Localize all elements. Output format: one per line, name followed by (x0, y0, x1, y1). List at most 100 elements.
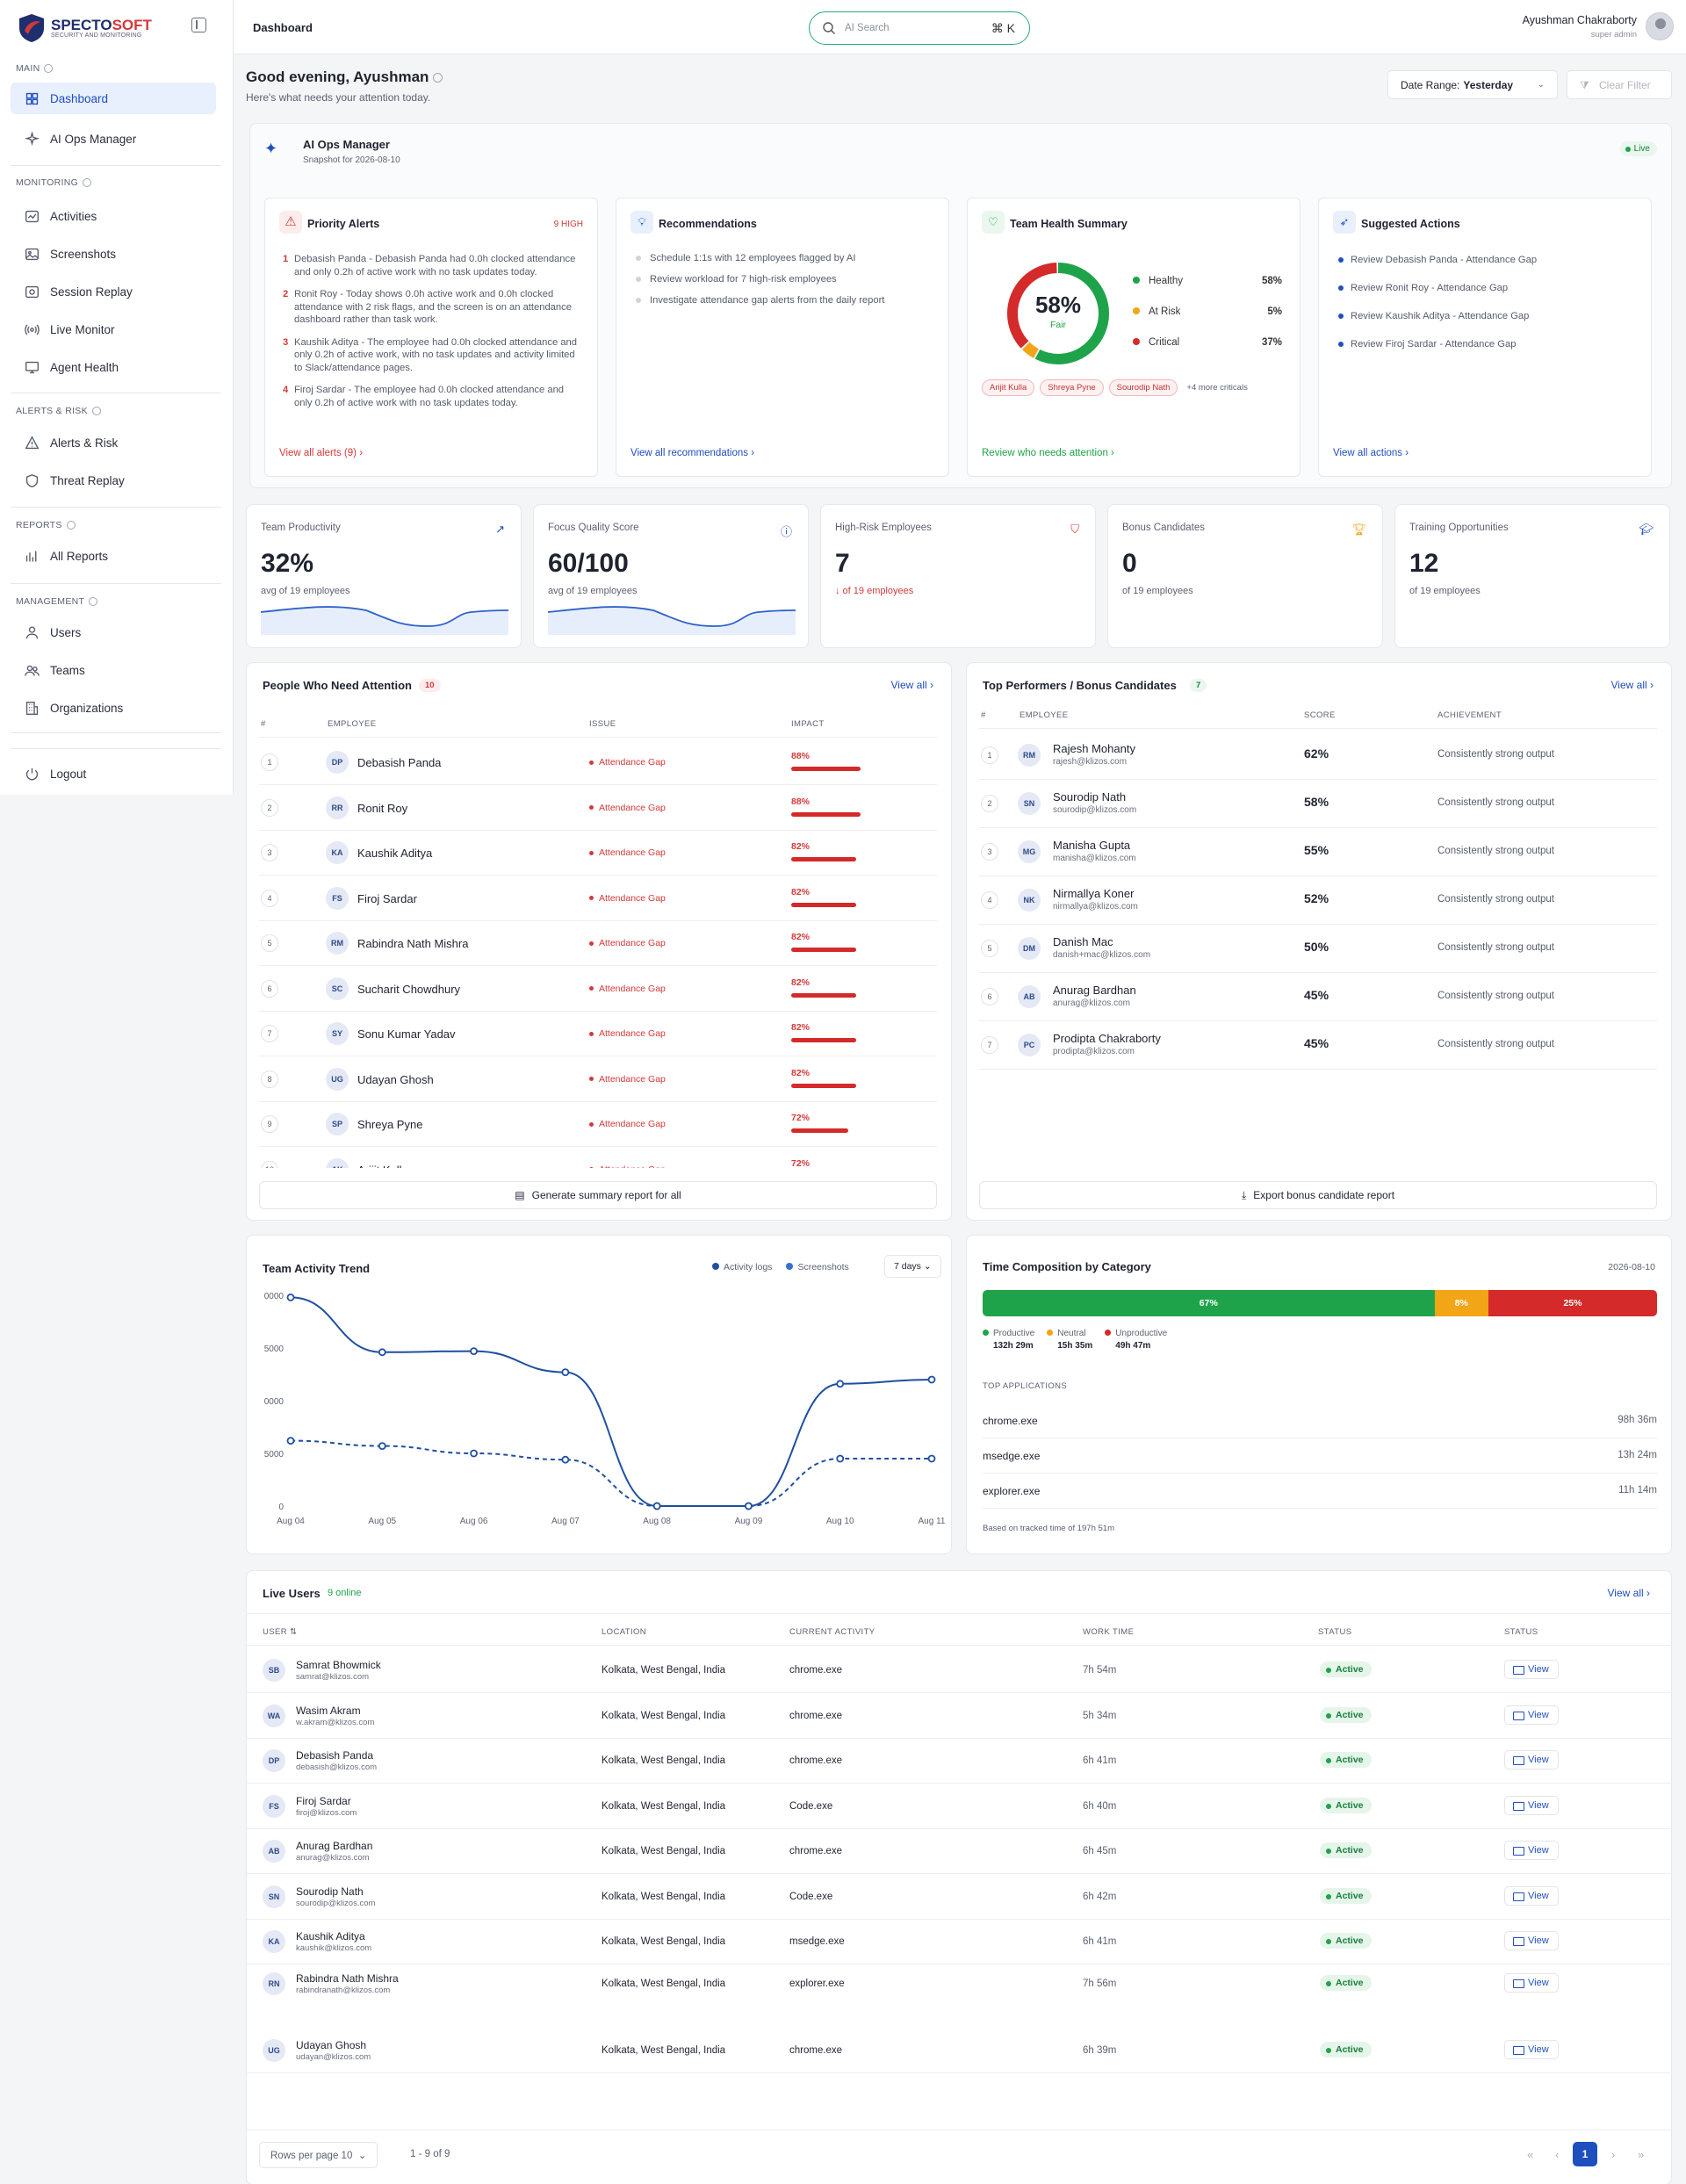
priority-alert-item[interactable]: 4 Firoj Sardar - The employee had 0.0h cl… (283, 384, 581, 409)
view-button[interactable]: View (1504, 1885, 1559, 1906)
suggested-action-item[interactable]: Review Firoj Sardar - Attendance Gap (1338, 339, 1537, 350)
view-button[interactable]: View (1504, 1750, 1559, 1770)
table-row[interactable]: WA Wasim Akram w.akram@klizos.com Kolkata, … (247, 1694, 1673, 1739)
table-row[interactable]: 3 KA Kaushik Aditya Attendance Gap 82% (247, 831, 953, 876)
app-row[interactable]: chrome.exe 98h 36m (983, 1408, 1657, 1439)
table-row[interactable]: 6 SC Sucharit Chowdhury Attendance Gap 82% (247, 967, 953, 1012)
data-point[interactable] (286, 1437, 295, 1445)
sidebar-item-all-reports[interactable]: All Reports (11, 540, 216, 572)
table-row[interactable]: DP Debasish Panda debasish@klizos.com Kolka… (247, 1739, 1673, 1784)
table-row[interactable]: UG Udayan Ghosh udayan@klizos.com Kolkata, … (247, 2029, 1673, 2073)
table-row[interactable]: 2 RR Ronit Roy Attendance Gap 88% (247, 786, 953, 831)
collapse-sidebar-icon[interactable] (191, 18, 206, 32)
table-row[interactable]: SB Samrat Bhowmick samrat@klizos.com Kolkat… (247, 1648, 1673, 1693)
app-row[interactable]: explorer.exe 11h 14m (983, 1478, 1657, 1510)
suggested-action-item[interactable]: Review Debasish Panda - Attendance Gap (1338, 255, 1537, 265)
composition-segment[interactable]: 8% (1434, 1290, 1488, 1316)
date-range-select[interactable]: Date Range: Yesterday ⌄ (1387, 70, 1558, 99)
view-all-alerts-link[interactable]: View all alerts (9) › (279, 448, 363, 458)
recommendation-item[interactable]: Investigate attendance gap alerts from t… (636, 295, 884, 306)
app-row[interactable]: msedge.exe 13h 24m (983, 1443, 1657, 1474)
first-page-icon[interactable]: « (1527, 2148, 1533, 2161)
live-users-view-all-link[interactable]: View all › (1608, 1587, 1650, 1599)
column-header[interactable]: USER ⇅ (263, 1627, 297, 1637)
suggested-action-item[interactable]: Review Kaushik Aditya - Attendance Gap (1338, 311, 1537, 321)
view-button[interactable]: View (1504, 1931, 1559, 1950)
view-all-recommendations-link[interactable]: View all recommendations › (630, 448, 754, 458)
critical-chip[interactable]: Arijit Kulla (982, 379, 1035, 396)
prev-page-icon[interactable]: ‹ (1555, 2148, 1559, 2161)
data-point[interactable] (561, 1368, 570, 1377)
sidebar-item-ai-ops-manager[interactable]: AI Ops Manager (11, 123, 216, 155)
view-button[interactable]: View (1504, 1841, 1559, 1860)
sidebar-item-live-monitor[interactable]: Live Monitor (11, 314, 216, 345)
table-row[interactable]: 2 SN Sourodip Nath sourodip@klizos.com 58% Co… (967, 780, 1673, 828)
sidebar-item-screenshots[interactable]: Screenshots (11, 238, 216, 270)
sidebar-item-dashboard[interactable]: Dashboard (11, 83, 216, 114)
table-row[interactable]: FS Firoj Sardar firoj@klizos.com Kolkata, W… (247, 1784, 1673, 1829)
table-row[interactable]: 4 FS Firoj Sardar Attendance Gap 82% (247, 876, 953, 921)
data-point[interactable] (470, 1449, 478, 1458)
data-point[interactable] (652, 1502, 661, 1510)
composition-segment[interactable]: 67% (983, 1290, 1435, 1316)
table-row[interactable]: 1 RM Rajesh Mohanty rajesh@klizos.com 62% Con… (967, 732, 1673, 780)
view-button[interactable]: View (1504, 1660, 1559, 1679)
user-menu[interactable]: Ayushman Chakraborty super admin (1523, 12, 1674, 40)
sidebar-item-alerts-risk[interactable]: Alerts & Risk (11, 427, 216, 458)
critical-chip[interactable]: Sourodip Nath (1108, 379, 1178, 396)
data-point[interactable] (378, 1442, 386, 1451)
priority-alert-item[interactable]: 2 Ronit Roy - Today shows 0.0h active wor… (283, 288, 581, 327)
view-all-actions-link[interactable]: View all actions › (1333, 448, 1409, 458)
table-row[interactable]: 8 UG Udayan Ghosh Attendance Gap 82% (247, 1057, 953, 1102)
data-point[interactable] (470, 1347, 478, 1356)
table-row[interactable]: SN Sourodip Nath sourodip@klizos.com Kolkat… (247, 1875, 1673, 1920)
sidebar-item-organizations[interactable]: Organizations (11, 692, 216, 724)
suggested-action-item[interactable]: Review Ronit Roy - Attendance Gap (1338, 283, 1537, 293)
sidebar-item-activities[interactable]: Activities (11, 200, 216, 232)
table-row[interactable]: 7 SY Sonu Kumar Yadav Attendance Gap 82% (247, 1012, 953, 1056)
table-row[interactable]: 3 MG Manisha Gupta manisha@klizos.com 55% Con… (967, 828, 1673, 876)
logo[interactable]: SPECTOSOFT SECURITY AND MONITORING (18, 11, 152, 46)
data-point[interactable] (745, 1502, 753, 1510)
data-point[interactable] (378, 1348, 386, 1357)
review-attention-link[interactable]: Review who needs attention › (982, 448, 1114, 458)
table-row[interactable]: 5 DM Danish Mac danish+mac@klizos.com 50% Con… (967, 925, 1673, 973)
sidebar-item-users[interactable]: Users (11, 616, 216, 648)
table-row[interactable]: 5 RM Rabindra Nath Mishra Attendance Gap 82% (247, 921, 953, 966)
table-row[interactable]: 1 DP Debasish Panda Attendance Gap 88% (247, 740, 953, 785)
table-row[interactable]: 7 PC Prodipta Chakraborty prodipta@klizos.c… (967, 1021, 1673, 1070)
sidebar-item-session-replay[interactable]: Session Replay (11, 276, 216, 307)
search-input[interactable]: AI Search ⌘ K (809, 11, 1030, 45)
data-point[interactable] (836, 1380, 845, 1388)
table-row[interactable]: RN Rabindra Nath Mishra rabindranath@klizo… (247, 1962, 1669, 2007)
priority-alert-item[interactable]: 3 Kaushik Aditya - The employee had 0.0h … (283, 336, 581, 375)
more-criticals[interactable]: +4 more criticals (1183, 383, 1247, 393)
table-row[interactable]: 10 AK Arijit Kulla Attendance Gap 72% (247, 1148, 953, 1168)
priority-alert-item[interactable]: 1 Debasish Panda - Debasish Panda had 0.0… (283, 253, 581, 278)
avatar[interactable] (1646, 12, 1674, 40)
data-point[interactable] (927, 1375, 936, 1384)
next-page-icon[interactable]: › (1611, 2148, 1615, 2161)
page-button-1[interactable]: 1 (1573, 2142, 1597, 2166)
clear-filter-button[interactable]: ⧩ Clear Filter (1567, 70, 1672, 99)
table-row[interactable]: 9 SP Shreya Pyne Attendance Gap 72% (247, 1102, 953, 1147)
data-point[interactable] (836, 1454, 845, 1463)
sidebar-item-threat-replay[interactable]: Threat Replay (11, 465, 216, 496)
recommendation-item[interactable]: Schedule 1:1s with 12 employees flagged … (636, 253, 884, 263)
rows-per-page-select[interactable]: Rows per page 10 ⌄ (259, 2142, 378, 2168)
sort-icon[interactable]: ⇅ (287, 1627, 297, 1637)
table-row[interactable]: 6 AB Anurag Bardhan anurag@klizos.com 45% Con… (967, 973, 1673, 1021)
view-button[interactable]: View (1504, 1972, 1559, 1993)
view-button[interactable]: View (1504, 2039, 1559, 2059)
data-point[interactable] (561, 1455, 570, 1464)
view-button[interactable]: View (1504, 1795, 1559, 1815)
critical-chip[interactable]: Shreya Pyne (1040, 379, 1104, 396)
view-button[interactable]: View (1504, 1705, 1559, 1725)
logout-button[interactable]: Logout (11, 758, 216, 789)
recommendation-item[interactable]: Review workload for 7 high-risk employee… (636, 274, 884, 285)
sidebar-item-teams[interactable]: Teams (11, 654, 216, 686)
data-point[interactable] (927, 1454, 936, 1463)
performers-view-all-link[interactable]: View all › (1611, 679, 1654, 691)
export-bonus-button[interactable]: ⤓ Export bonus candidate report (979, 1181, 1657, 1209)
composition-segment[interactable]: 25% (1488, 1290, 1657, 1316)
